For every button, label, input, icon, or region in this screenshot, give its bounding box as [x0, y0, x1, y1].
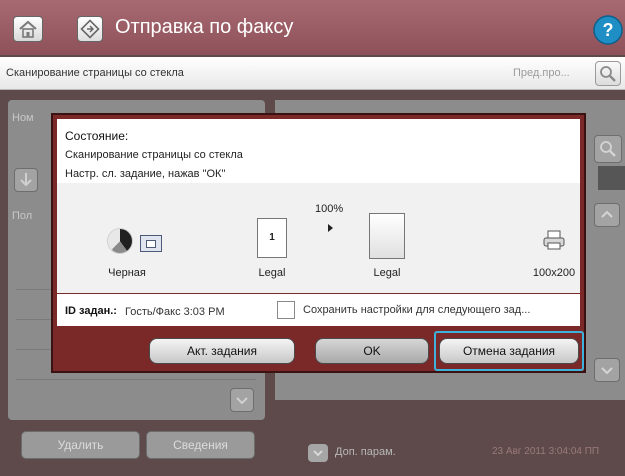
scroll-down-right-button[interactable]: [594, 358, 620, 382]
cancel-job-button[interactable]: Отмена задания: [439, 338, 579, 364]
output-size-label: Legal: [373, 267, 401, 279]
preview-label: Пред.про...: [513, 67, 570, 79]
job-summary: 100% 1 Черная Legal Legal 100x200: [57, 183, 580, 293]
ok-button[interactable]: OK: [315, 338, 429, 364]
resolution-label: 100x200: [532, 267, 576, 279]
scanner-glass-icon: [140, 235, 162, 252]
zoom-percent: 100%: [315, 203, 344, 215]
output-page-icon: [369, 213, 405, 259]
job-id-label: ID задан.:: [65, 305, 117, 317]
help-icon: ?: [593, 15, 623, 45]
chevron-down-icon: [313, 450, 323, 457]
chevron-down-icon: [601, 367, 613, 375]
scroll-up-button[interactable]: [594, 203, 620, 227]
scroll-down-button[interactable]: [230, 388, 254, 412]
delete-button[interactable]: Удалить: [21, 431, 140, 459]
magnifier-icon: [600, 66, 616, 82]
status-line-scanning: Сканирование страницы со стекла: [65, 149, 243, 161]
details-button[interactable]: Сведения: [146, 431, 255, 459]
recipients-header: Ном: [12, 112, 34, 124]
status-message: Сканирование страницы со стекла: [6, 67, 184, 79]
save-settings-checkbox[interactable]: [277, 301, 295, 319]
preview-button[interactable]: [595, 61, 621, 86]
source-page-icon: 1: [257, 218, 287, 258]
active-jobs-button[interactable]: Акт. задания: [149, 338, 295, 364]
home-button[interactable]: [13, 16, 43, 42]
chevron-down-icon: [236, 397, 248, 405]
job-id-value: Гость/Факс 3:03 PM: [125, 306, 225, 318]
search-icon: [600, 141, 616, 157]
help-button[interactable]: ?: [592, 14, 624, 46]
printer-icon: [543, 230, 565, 250]
settings-panel-header: [598, 166, 625, 190]
arrow-down-icon: [20, 173, 32, 187]
page-title: Отправка по факсу: [115, 16, 294, 38]
job-id-row: ID задан.: Гость/Факс 3:03 PM Сохранить …: [57, 294, 580, 326]
home-icon: [19, 20, 37, 38]
color-mode-icon: [108, 229, 132, 253]
download-button[interactable]: [14, 168, 38, 192]
dialog-status-area: Состояние: Сканирование страницы со стек…: [57, 119, 580, 183]
status-heading: Состояние:: [65, 129, 129, 143]
help-glyph: ?: [603, 20, 614, 40]
search-button[interactable]: [594, 135, 622, 163]
color-mode-label: Черная: [108, 267, 146, 279]
scan-status-dialog: Состояние: Сканирование страницы со стек…: [51, 113, 586, 373]
status-line-next-job: Настр. сл. задание, нажав "ОК": [65, 168, 226, 180]
title-bar: Отправка по факсу ?: [0, 0, 625, 55]
save-settings-label[interactable]: Сохранить настройки для следующего зад..…: [303, 304, 571, 316]
column-header: Пол: [12, 210, 33, 222]
datetime: 23 Авг 2011 3:04:04 ПП: [492, 446, 600, 457]
chevron-up-icon: [601, 210, 613, 218]
more-params-button[interactable]: [308, 444, 328, 462]
more-params-label: Доп. парам.: [335, 446, 396, 458]
fax-icon: [77, 16, 103, 42]
source-size-label: Legal: [258, 267, 286, 279]
arrow-right-icon: [328, 224, 333, 232]
status-bar: Сканирование страницы со стекла Пред.про…: [0, 57, 625, 90]
